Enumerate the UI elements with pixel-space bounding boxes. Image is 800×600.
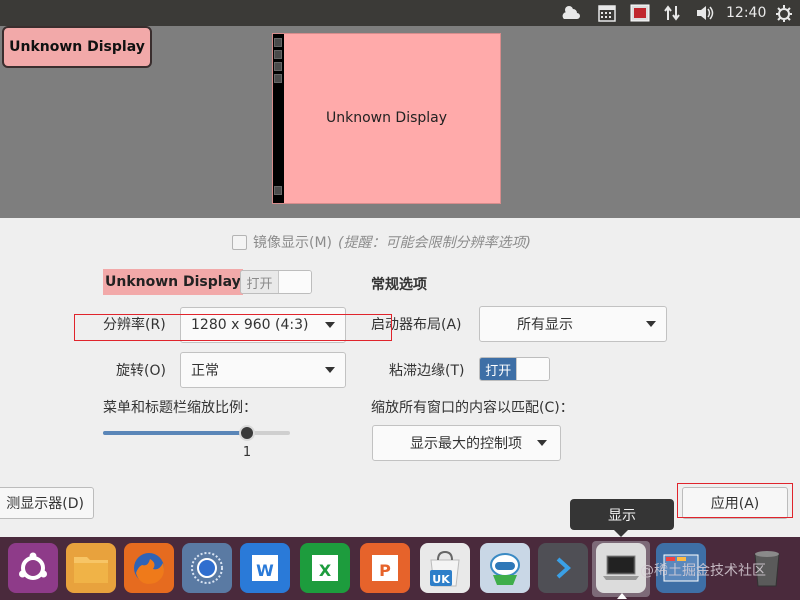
annotation-box-resolution <box>74 314 392 341</box>
recording-icon[interactable] <box>629 3 651 23</box>
svg-text:W: W <box>256 561 274 580</box>
detect-displays-button[interactable]: 测显示器(D) <box>0 487 94 519</box>
chevron-down-icon <box>537 440 547 446</box>
strip-square <box>274 74 282 83</box>
display-tag: Unknown Display <box>2 26 152 68</box>
svg-text:X: X <box>319 561 332 580</box>
svg-text:P: P <box>379 561 391 580</box>
terminal-icon[interactable] <box>538 543 588 593</box>
launcher-tooltip: 显示 <box>570 499 674 530</box>
top-panel: 12:40 <box>0 0 800 26</box>
scale-slider-fill <box>103 431 246 435</box>
launcher-placement-combo[interactable]: 所有显示 <box>479 306 667 342</box>
files-icon[interactable] <box>66 543 116 593</box>
sticky-edges-label: 粘滞边缘(T) <box>389 363 465 379</box>
chevron-down-icon <box>646 321 656 327</box>
toggle-knob <box>278 271 311 293</box>
annotation-box-apply <box>677 483 793 518</box>
mirror-hint: (提醒：可能会限制分辨率选项) <box>338 235 531 251</box>
mirror-display-row: 镜像显示(M) (提醒：可能会限制分辨率选项) <box>232 232 531 252</box>
strip-square <box>274 50 282 59</box>
tooltip-tail <box>614 530 628 537</box>
scale-slider[interactable] <box>103 431 290 435</box>
strip-square <box>274 62 282 71</box>
active-indicator <box>617 593 627 599</box>
svg-text:UK: UK <box>432 573 450 586</box>
ubuntu-logo-icon[interactable] <box>8 543 58 593</box>
ubuntu-kylin-icon[interactable] <box>480 543 530 593</box>
impress-icon[interactable]: P <box>360 543 410 593</box>
fit-content-combo[interactable]: 显示最大的控制项 <box>372 425 561 461</box>
scale-value: 1 <box>242 445 252 460</box>
launcher-placement-value: 所有显示 <box>517 317 573 333</box>
network-icon[interactable] <box>662 3 682 23</box>
mirror-checkbox[interactable] <box>232 234 247 250</box>
rotation-combo[interactable]: 正常 <box>180 352 346 388</box>
rotation-label: 旋转(O) <box>116 363 166 379</box>
power-icon[interactable] <box>774 3 794 23</box>
strip-square <box>274 38 282 47</box>
writer-icon[interactable]: W <box>240 543 290 593</box>
calendar-icon[interactable] <box>597 3 617 23</box>
scale-slider-handle[interactable] <box>239 425 255 441</box>
fit-content-value: 显示最大的控制项 <box>410 436 522 452</box>
strip-square <box>274 186 282 195</box>
display-name-label: Unknown Display <box>103 269 243 295</box>
general-options-title: 常规选项 <box>371 277 427 293</box>
weather-icon[interactable] <box>560 3 582 23</box>
toggle-knob <box>516 358 549 380</box>
software-center-icon[interactable]: UK <box>420 543 470 593</box>
watermark: @稀土掘金技术社区 <box>640 563 766 579</box>
monitor-preview[interactable]: Unknown Display <box>272 33 501 204</box>
mirror-label: 镜像显示(M) <box>253 235 333 251</box>
display-toggle-label: 打开 <box>241 271 278 293</box>
chevron-down-icon <box>325 367 335 373</box>
calc-icon[interactable]: X <box>300 543 350 593</box>
volume-icon[interactable] <box>694 3 716 23</box>
fit-content-label: 缩放所有窗口的内容以匹配(C)： <box>371 400 574 416</box>
sticky-toggle-label: 打开 <box>480 358 517 380</box>
firefox-icon[interactable] <box>124 543 174 593</box>
chromium-icon[interactable] <box>182 543 232 593</box>
monitor-label: Unknown Display <box>325 110 448 126</box>
display-settings-icon[interactable] <box>596 543 646 593</box>
display-toggle[interactable]: 打开 <box>240 270 312 294</box>
sticky-edges-toggle[interactable]: 打开 <box>479 357 550 381</box>
rotation-value: 正常 <box>191 363 219 379</box>
clock[interactable]: 12:40 <box>726 0 766 26</box>
scale-label: 菜单和标题栏缩放比例： <box>103 400 257 416</box>
